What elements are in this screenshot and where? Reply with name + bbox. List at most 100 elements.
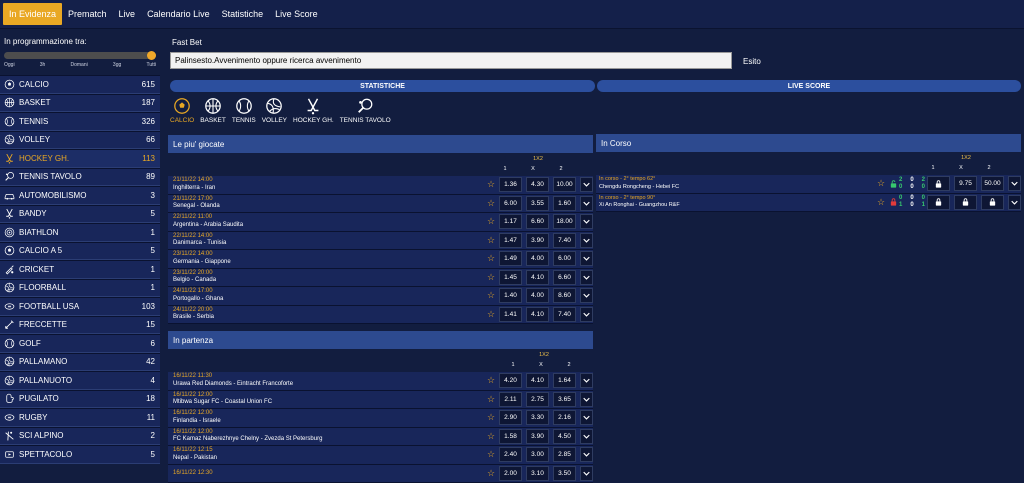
favorite-star-icon[interactable]: ☆ — [485, 431, 497, 442]
odd-x-button[interactable]: 3.30 — [526, 410, 549, 425]
odd-1-button[interactable]: 2.90 — [499, 410, 522, 425]
match-info[interactable]: 21/11/22 14:00Inghilterra - Iran — [168, 177, 485, 192]
favorite-star-icon[interactable]: ☆ — [485, 309, 497, 320]
sidebar-item-calcio-a-5[interactable]: CALCIO A 55 — [0, 242, 160, 261]
expand-button[interactable] — [580, 233, 593, 248]
favorite-star-icon[interactable]: ☆ — [485, 235, 497, 246]
favorite-star-icon[interactable]: ☆ — [485, 375, 497, 386]
sidebar-item-football-usa[interactable]: FOOTBALL USA103 — [0, 297, 160, 316]
favorite-star-icon[interactable]: ☆ — [485, 394, 497, 405]
favorite-star-icon[interactable]: ☆ — [485, 468, 497, 479]
odd-x-button[interactable]: 3.90 — [526, 233, 549, 248]
nav-calendario-live[interactable]: Calendario Live — [141, 0, 216, 28]
odd-2-button[interactable]: 1.64 — [553, 373, 576, 388]
sidebar-item-freccette[interactable]: FRECCETTE15 — [0, 316, 160, 335]
match-info[interactable]: 24/11/22 20:00Brasile - Serbia — [168, 307, 485, 322]
expand-button[interactable] — [580, 447, 593, 462]
expand-button[interactable] — [580, 177, 593, 192]
sport-tab-basket[interactable]: BASKET — [200, 97, 226, 124]
expand-button[interactable] — [580, 466, 593, 481]
sidebar-item-golf[interactable]: GOLF6 — [0, 334, 160, 353]
odd-x-button[interactable]: 4.00 — [526, 251, 549, 266]
statistiche-tab[interactable]: STATISTICHE — [170, 80, 595, 92]
odd-x-button[interactable]: 3.90 — [526, 429, 549, 444]
odd-2-button[interactable]: 2.16 — [553, 410, 576, 425]
odd-x-button[interactable] — [954, 195, 977, 210]
match-info[interactable]: 22/11/22 11:00Argentina - Arabia Saudita — [168, 214, 485, 229]
odd-2-button[interactable]: 1.60 — [553, 196, 576, 211]
odd-x-button[interactable]: 4.00 — [526, 288, 549, 303]
odd-1-button[interactable]: 1.49 — [499, 251, 522, 266]
favorite-star-icon[interactable]: ☆ — [485, 216, 497, 227]
odd-2-button[interactable]: 4.50 — [553, 429, 576, 444]
nav-live-score[interactable]: Live Score — [269, 0, 324, 28]
odd-x-button[interactable]: 4.10 — [526, 270, 549, 285]
expand-button[interactable] — [580, 410, 593, 425]
odd-2-button[interactable]: 6.00 — [553, 251, 576, 266]
expand-button[interactable] — [580, 251, 593, 266]
schedule-slider-knob[interactable] — [147, 51, 156, 60]
sport-tab-calcio[interactable]: CALCIO — [170, 97, 194, 124]
expand-button[interactable] — [1008, 176, 1021, 191]
expand-button[interactable] — [580, 214, 593, 229]
match-info[interactable]: 16/11/22 12:00FC Kamaz Naberezhnye Cheln… — [168, 429, 485, 444]
favorite-star-icon[interactable]: ☆ — [875, 197, 887, 208]
odd-2-button[interactable]: 10.00 — [553, 177, 576, 192]
match-info[interactable]: 23/11/22 14:00Germania - Giappone — [168, 251, 485, 266]
favorite-star-icon[interactable]: ☆ — [485, 290, 497, 301]
nav-live[interactable]: Live — [113, 0, 142, 28]
odd-1-button[interactable]: 4.20 — [499, 373, 522, 388]
odd-2-button[interactable]: 2.85 — [553, 447, 576, 462]
nav-statistiche[interactable]: Statistiche — [216, 0, 270, 28]
sidebar-item-calcio[interactable]: CALCIO615 — [0, 75, 160, 94]
sidebar-item-rugby[interactable]: RUGBY11 — [0, 408, 160, 427]
sidebar-item-tennis-tavolo[interactable]: TENNIS TAVOLO89 — [0, 168, 160, 187]
odd-x-button[interactable]: 4.10 — [526, 373, 549, 388]
sidebar-item-basket[interactable]: BASKET187 — [0, 94, 160, 113]
odd-1-button[interactable]: 2.40 — [499, 447, 522, 462]
match-info[interactable]: 16/11/22 12:30 — [168, 470, 485, 478]
odd-2-button[interactable]: 3.65 — [553, 392, 576, 407]
odd-2-button[interactable] — [981, 195, 1004, 210]
odd-1-button[interactable]: 1.36 — [499, 177, 522, 192]
match-info[interactable]: 21/11/22 17:00Senegal - Olanda — [168, 196, 485, 211]
match-info[interactable]: 16/11/22 12:00Finlandia - Israele — [168, 410, 485, 425]
favorite-star-icon[interactable]: ☆ — [485, 179, 497, 190]
odd-2-button[interactable]: 8.60 — [553, 288, 576, 303]
sidebar-item-hockey-gh-[interactable]: HOCKEY GH.113 — [0, 149, 160, 168]
live-info[interactable]: In corso - 2° tempo 90°Xi An Ronghai - G… — [596, 195, 875, 210]
odd-2-button[interactable]: 18.00 — [553, 214, 576, 229]
sport-tab-tennis-tavolo[interactable]: TENNIS TAVOLO — [340, 97, 391, 124]
expand-button[interactable] — [580, 429, 593, 444]
odd-1-button[interactable]: 1.17 — [499, 214, 522, 229]
sidebar-item-automobilismo[interactable]: AUTOMOBILISMO3 — [0, 186, 160, 205]
sidebar-item-biathlon[interactable]: BIATHLON1 — [0, 223, 160, 242]
sidebar-item-floorball[interactable]: FLOORBALL1 — [0, 279, 160, 298]
odd-2-button[interactable]: 50.00 — [981, 176, 1004, 191]
odd-1-button[interactable]: 1.41 — [499, 307, 522, 322]
odd-2-button[interactable]: 7.40 — [553, 307, 576, 322]
odd-x-button[interactable]: 3.55 — [526, 196, 549, 211]
match-info[interactable]: 22/11/22 14:00Danimarca - Tunisia — [168, 233, 485, 248]
odd-x-button[interactable]: 3.10 — [526, 466, 549, 481]
odd-x-button[interactable]: 4.30 — [526, 177, 549, 192]
odd-1-button[interactable]: 6.00 — [499, 196, 522, 211]
expand-button[interactable] — [580, 270, 593, 285]
odd-x-button[interactable]: 2.75 — [526, 392, 549, 407]
odd-x-button[interactable]: 3.00 — [526, 447, 549, 462]
odd-2-button[interactable]: 3.50 — [553, 466, 576, 481]
favorite-star-icon[interactable]: ☆ — [485, 412, 497, 423]
match-info[interactable]: 16/11/22 12:00Mtibwa Sugar FC - Coastal … — [168, 392, 485, 407]
sidebar-item-tennis[interactable]: TENNIS326 — [0, 112, 160, 131]
favorite-star-icon[interactable]: ☆ — [485, 253, 497, 264]
odd-1-button[interactable]: 1.45 — [499, 270, 522, 285]
match-info[interactable]: 23/11/22 20:00Belgio - Canada — [168, 270, 485, 285]
sidebar-item-spettacolo[interactable]: SPETTACOLO5 — [0, 445, 160, 464]
match-info[interactable]: 16/11/22 11:30Urawa Red Diamonds - Eintr… — [168, 373, 485, 388]
odd-1-button[interactable]: 2.00 — [499, 466, 522, 481]
favorite-star-icon[interactable]: ☆ — [875, 178, 887, 189]
expand-button[interactable] — [580, 307, 593, 322]
sport-tab-hockey-gh-[interactable]: HOCKEY GH. — [293, 97, 334, 124]
nav-prematch[interactable]: Prematch — [62, 0, 113, 28]
fastbet-input[interactable] — [170, 52, 732, 69]
